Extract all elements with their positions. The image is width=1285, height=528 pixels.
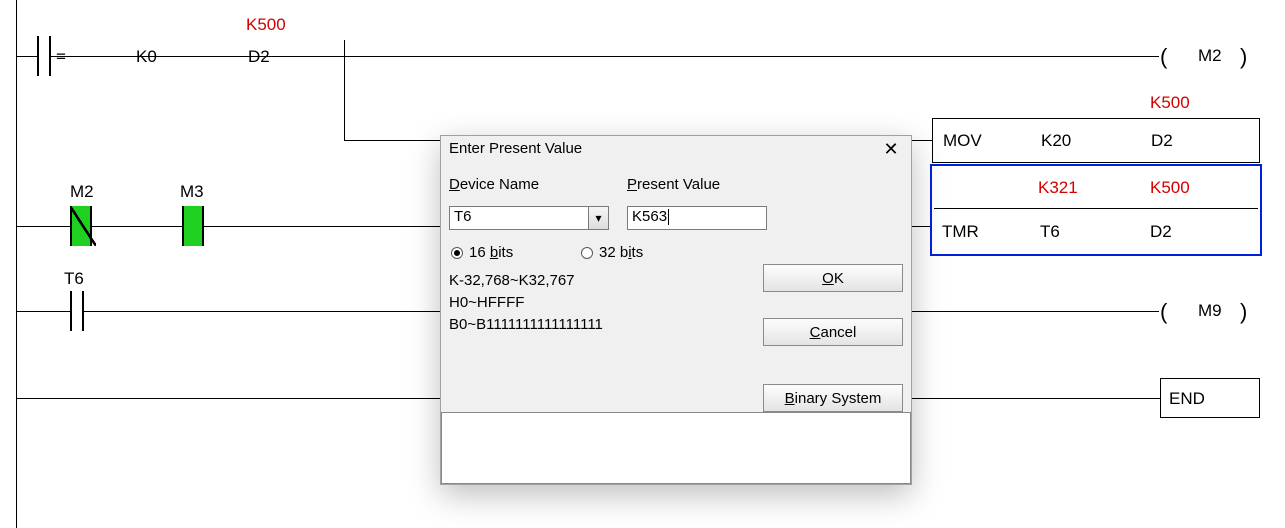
mov-opcode: MOV: [943, 131, 982, 151]
enter-present-value-dialog: Enter Present Value ✕ Device Name Presen…: [440, 135, 912, 485]
contact-m2-label: M2: [70, 183, 94, 200]
compare-instruction[interactable]: [37, 36, 51, 76]
device-name-combo-value: T6: [454, 208, 472, 225]
wire: [16, 311, 70, 312]
tmr-timer: T6: [1040, 222, 1060, 242]
present-value-label: Present Value: [627, 176, 720, 193]
wire: [912, 398, 1160, 399]
device-name-label: Device Name: [449, 176, 539, 193]
contact-m3-label: M3: [180, 183, 204, 200]
close-button[interactable]: ✕: [877, 138, 905, 162]
wire: [912, 226, 930, 227]
range-k: K-32,768~K32,767: [449, 272, 575, 289]
wire: [16, 398, 440, 399]
present-value-text: K563: [632, 208, 667, 225]
tmr-t-monitor: K321: [1038, 178, 1078, 198]
range-h: H0~HFFFF: [449, 294, 524, 311]
dialog-bottom-panel: [441, 412, 911, 484]
coil-close-paren: ): [1240, 299, 1247, 325]
mov-instruction[interactable]: MOV K20 D2: [932, 118, 1260, 163]
radio-16-bits[interactable]: 16 bits: [451, 244, 513, 261]
radio-32-bits[interactable]: 32 bits: [581, 244, 643, 261]
radio-dot-icon: [581, 247, 593, 259]
close-icon: ✕: [883, 139, 898, 159]
tmr-opcode: TMR: [942, 222, 979, 242]
tmr-d-monitor: K500: [1150, 178, 1190, 198]
branch-riser: [344, 56, 345, 140]
ladder-editor-canvas: = K0 D2 K500 ( M2 ) MOV K20 D2 K500 K321…: [0, 0, 1285, 528]
contact-m3-no[interactable]: [182, 206, 204, 246]
ok-button[interactable]: OK: [763, 264, 903, 292]
cancel-button[interactable]: Cancel: [763, 318, 903, 346]
power-rail-left: [16, 0, 17, 528]
wire: [16, 226, 70, 227]
mov-dst: D2: [1151, 131, 1173, 151]
dialog-title: Enter Present Value: [441, 136, 911, 159]
wire: [16, 56, 37, 57]
tmr-divider: [934, 208, 1258, 209]
binary-system-button[interactable]: Binary System: [763, 384, 903, 412]
wire: [912, 311, 1159, 312]
chevron-down-icon[interactable]: ▾: [588, 207, 608, 229]
wire: [344, 56, 1159, 57]
range-b: B0~B1111111111111111: [449, 316, 603, 333]
wire: [204, 226, 440, 227]
coil-close-paren: ): [1240, 44, 1247, 70]
end-opcode: END: [1169, 389, 1205, 409]
contact-m2-nc[interactable]: [70, 206, 92, 246]
coil-m9-label: M9: [1198, 302, 1222, 319]
present-value-input[interactable]: K563: [627, 206, 767, 230]
wire: [51, 56, 344, 57]
radio-dot-icon: [451, 247, 463, 259]
contact-t6-label: T6: [64, 270, 84, 287]
contact-t6-no[interactable]: [70, 291, 84, 331]
tmr-instruction[interactable]: K321 K500 TMR T6 D2: [930, 164, 1262, 256]
mov-src: K20: [1041, 131, 1071, 151]
mov-dst-monitor: K500: [1150, 94, 1190, 111]
coil-open-paren: (: [1160, 299, 1167, 325]
wire: [84, 311, 440, 312]
wire: [92, 226, 182, 227]
tmr-preset: D2: [1150, 222, 1172, 242]
device-name-combo[interactable]: T6 ▾: [449, 206, 609, 230]
coil-open-paren: (: [1160, 44, 1167, 70]
compare-arg2-monitor: K500: [246, 16, 286, 33]
coil-m2-label: M2: [1198, 47, 1222, 64]
caret-icon: [668, 209, 669, 225]
end-instruction[interactable]: END: [1160, 378, 1260, 418]
